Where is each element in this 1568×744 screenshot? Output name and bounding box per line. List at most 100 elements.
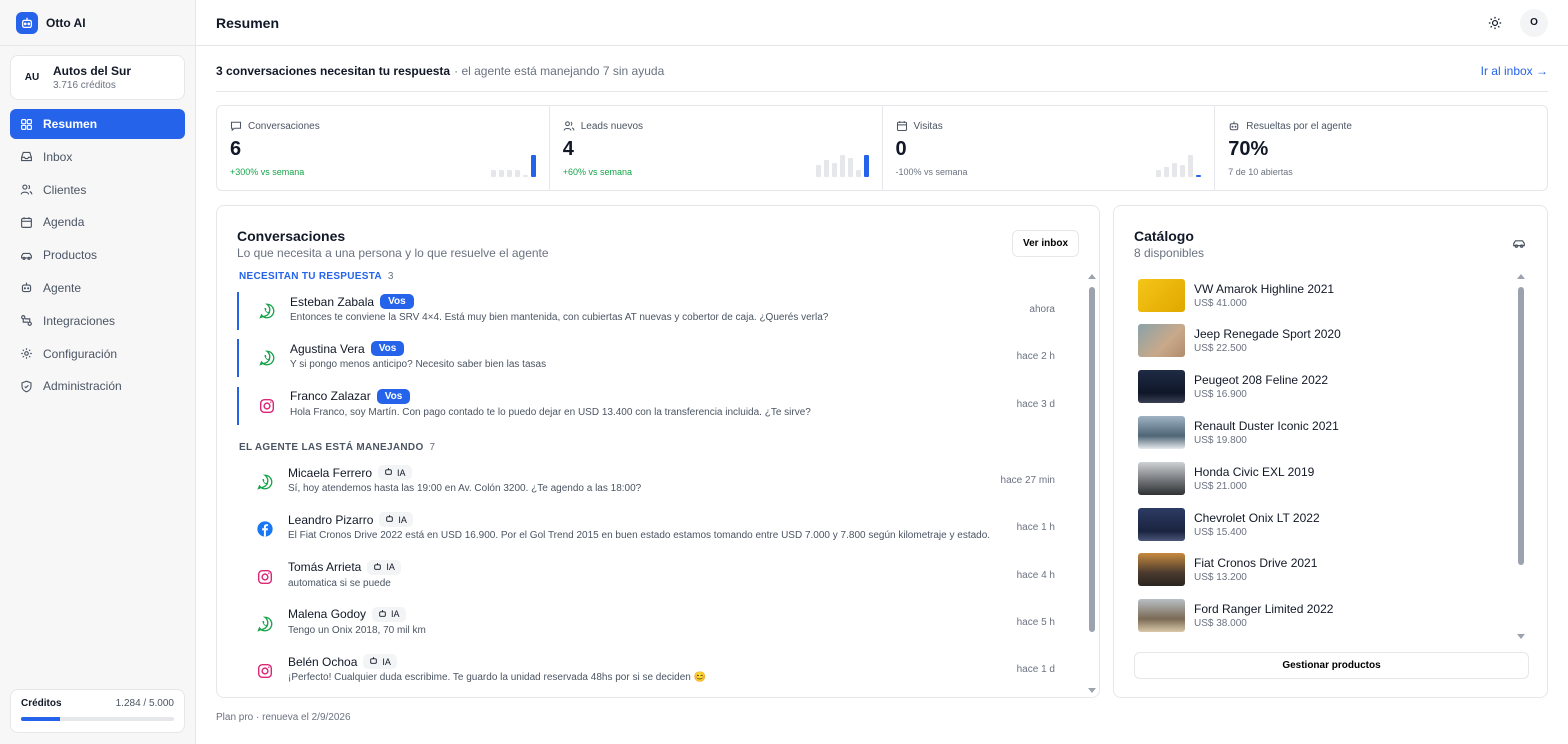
product-thumbnail bbox=[1138, 461, 1185, 495]
agent-handling-label: EL AGENTE LAS ESTÁ MANEJANDO bbox=[239, 442, 424, 453]
scroll-thumb[interactable] bbox=[1089, 287, 1095, 632]
conversation-row[interactable]: Franco Zalazar Vos Hola Franco, soy Martín… bbox=[237, 386, 1077, 425]
conversations-scrollbar[interactable] bbox=[1088, 274, 1098, 696]
stats-strip: Conversaciones 6 +300% vs semana Leads n… bbox=[216, 105, 1548, 191]
manage-products-button[interactable]: Gestionar productos bbox=[1134, 652, 1529, 679]
sidebar-item-inbox[interactable]: Inbox bbox=[10, 142, 185, 172]
catalog-subtitle: 8 disponibles bbox=[1134, 246, 1205, 260]
instagram-icon bbox=[256, 662, 274, 680]
credits-progress-fill bbox=[21, 717, 61, 721]
sidebar-item-label: Agenda bbox=[43, 215, 85, 230]
sidebar-item-label: Agente bbox=[43, 280, 82, 295]
agent-handling-heading: EL AGENTE LAS ESTÁ MANEJANDO 7 bbox=[239, 442, 435, 453]
product-price: US$ 15.400 bbox=[1194, 526, 1247, 538]
conversation-row[interactable]: Esteban Zabala Vos Entonces te conviene la… bbox=[237, 292, 1077, 330]
catalog-item[interactable]: VW Amarok Highline 2021 US$ 41.000 bbox=[1138, 277, 1518, 313]
product-price: US$ 19.800 bbox=[1194, 434, 1247, 446]
conversations-subtitle: Lo que necesita a una persona y lo que r… bbox=[237, 246, 549, 260]
plan-footer: Plan pro · renueva el 2/9/2026 bbox=[216, 712, 351, 723]
product-name: VW Amarok Highline 2021 bbox=[1194, 281, 1335, 296]
catalog-item[interactable]: Honda Civic EXL 2019 US$ 21.000 bbox=[1138, 460, 1518, 496]
message-preview: ¡Perfecto! Cualquier duda escribime. Te … bbox=[288, 672, 707, 684]
conversation-row[interactable]: Belén Ochoa IA ¡Perfecto! Cualquier duda e… bbox=[237, 652, 1077, 690]
human-badge: Vos bbox=[376, 388, 411, 404]
scroll-up-arrow-icon[interactable] bbox=[1088, 274, 1096, 279]
stat-card-visitas[interactable]: Visitas 0 -100% vs semana bbox=[883, 106, 1216, 190]
conversation-row[interactable]: Leandro Pizarro IA El Fiat Cronos Drive 20… bbox=[237, 510, 1077, 548]
scroll-up-arrow-icon[interactable] bbox=[1517, 274, 1525, 279]
account-switcher[interactable]: AU Autos del Sur 3.716 créditos bbox=[10, 55, 185, 100]
sparkline-bar bbox=[847, 158, 853, 177]
sparkline-bar bbox=[1188, 155, 1194, 177]
sparkline-bar bbox=[490, 170, 496, 177]
scroll-thumb[interactable] bbox=[1518, 287, 1524, 565]
sparkline-bar bbox=[831, 163, 837, 177]
catalog-item[interactable]: Jeep Renegade Sport 2020 US$ 22.500 bbox=[1138, 323, 1518, 359]
stat-label: Resueltas por el agente bbox=[1246, 120, 1352, 132]
sidebar-item-agente[interactable]: Agente bbox=[10, 273, 185, 303]
sidebar-item-integraciones[interactable]: Integraciones bbox=[10, 306, 185, 336]
go-to-inbox-link[interactable]: Ir al inbox → bbox=[1481, 64, 1548, 78]
conversation-row[interactable]: Agustina Vera Vos Y si pongo menos anticip… bbox=[237, 339, 1077, 378]
catalog-item[interactable]: Peugeot 208 Feline 2022 US$ 16.900 bbox=[1138, 369, 1518, 405]
sidebar-item-agenda[interactable]: Agenda bbox=[10, 207, 185, 237]
message-time: hace 3 d bbox=[1016, 398, 1055, 410]
stat-card-leads[interactable]: Leads nuevos 4 +60% vs semana bbox=[550, 106, 883, 190]
ai-badge: IA bbox=[367, 559, 401, 575]
catalog-scrollbar[interactable] bbox=[1517, 274, 1527, 642]
theme-toggle-button[interactable] bbox=[1482, 10, 1508, 36]
catalog-item[interactable]: Ford Ranger Limited 2022 US$ 38.000 bbox=[1138, 598, 1518, 634]
sidebar: Otto AI AU Autos del Sur 3.716 créditos … bbox=[0, 0, 196, 744]
product-thumbnail bbox=[1138, 278, 1185, 312]
stat-trend: 7 de 10 abiertas bbox=[1228, 167, 1293, 177]
product-thumbnail bbox=[1138, 507, 1185, 541]
message-time: hace 27 min bbox=[1000, 475, 1055, 486]
conversation-row[interactable]: Malena Godoy IA Tengo un Onix 2018, 70 mil… bbox=[237, 605, 1077, 643]
account-name: Autos del Sur bbox=[53, 64, 132, 78]
conversation-row[interactable]: Micaela Ferrero IA Sí, hoy atendemos hasta… bbox=[237, 463, 1077, 501]
message-preview: automatica si se puede bbox=[288, 577, 391, 589]
stat-card-resueltas[interactable]: Resueltas por el agente 70% 7 de 10 abie… bbox=[1215, 106, 1547, 190]
brand[interactable]: Otto AI bbox=[0, 0, 195, 46]
sidebar-item-configuracion[interactable]: Configuración bbox=[10, 339, 185, 369]
ai-badge-label: IA bbox=[391, 609, 400, 620]
user-avatar[interactable]: O bbox=[1520, 8, 1548, 37]
attention-detail: · el agente está manejando 7 sin ayuda bbox=[454, 64, 665, 78]
scroll-down-arrow-icon[interactable] bbox=[1088, 688, 1096, 693]
product-name: Chevrolet Onix LT 2022 bbox=[1194, 510, 1320, 525]
sparkline bbox=[490, 151, 536, 177]
stat-label: Conversaciones bbox=[248, 120, 320, 132]
facebook-icon bbox=[256, 520, 274, 538]
catalog-item[interactable]: Chevrolet Onix LT 2022 US$ 15.400 bbox=[1138, 506, 1518, 542]
ver-inbox-button[interactable]: Ver inbox bbox=[1011, 230, 1079, 257]
account-credits: 3.716 créditos bbox=[53, 80, 116, 91]
contact-name: Tomás Arrieta bbox=[288, 560, 362, 575]
attention-summary: 3 conversaciones necesitan tu respuesta bbox=[216, 64, 451, 78]
sidebar-item-label: Integraciones bbox=[43, 313, 116, 328]
contact-name: Belén Ochoa bbox=[288, 654, 358, 669]
contact-name: Malena Godoy bbox=[288, 607, 367, 622]
sparkline-bar bbox=[514, 170, 520, 177]
sidebar-item-administracion[interactable]: Administración bbox=[10, 371, 185, 401]
dashboard-icon bbox=[21, 118, 32, 130]
stat-value: 70% bbox=[1228, 138, 1269, 160]
conversation-row[interactable]: Tomás Arrieta IA automatica si se puede hac… bbox=[237, 558, 1077, 596]
sidebar-item-resumen[interactable]: Resumen bbox=[10, 109, 185, 139]
message-preview: Y si pongo menos anticipo? Necesito sabe… bbox=[290, 359, 547, 371]
ai-badge-label: IA bbox=[398, 514, 407, 525]
sparkline-bar bbox=[863, 155, 869, 177]
message-preview: Sí, hoy atendemos hasta las 19:00 en Av.… bbox=[288, 483, 642, 494]
product-thumbnail bbox=[1138, 599, 1185, 633]
catalog-item[interactable]: Fiat Cronos Drive 2021 US$ 13.200 bbox=[1138, 552, 1518, 588]
whatsapp-icon bbox=[258, 349, 276, 367]
stat-card-conversaciones[interactable]: Conversaciones 6 +300% vs semana bbox=[217, 106, 550, 190]
scroll-down-arrow-icon[interactable] bbox=[1517, 634, 1525, 639]
product-price: US$ 22.500 bbox=[1194, 343, 1247, 355]
sidebar-item-productos[interactable]: Productos bbox=[10, 240, 185, 270]
whatsapp-icon bbox=[256, 615, 274, 633]
needs-response-label: NECESITAN TU RESPUESTA bbox=[239, 271, 382, 282]
message-time: hace 4 h bbox=[1016, 569, 1055, 581]
catalog-item[interactable]: Renault Duster Iconic 2021 US$ 19.800 bbox=[1138, 414, 1518, 450]
sidebar-item-clientes[interactable]: Clientes bbox=[10, 175, 185, 205]
credits-box[interactable]: Créditos 1.284 / 5.000 bbox=[10, 689, 185, 733]
